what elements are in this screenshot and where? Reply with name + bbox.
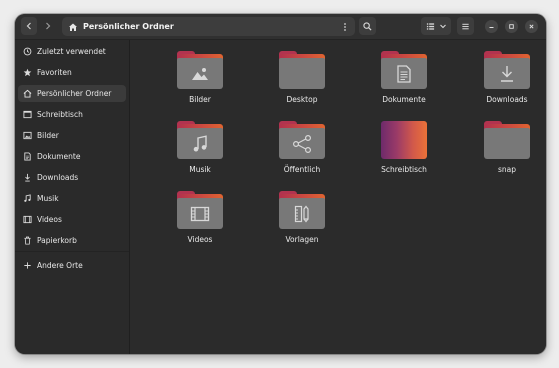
sidebar-divider (15, 251, 129, 252)
folder-item-desktop[interactable]: Desktop (257, 47, 347, 113)
document-icon (23, 152, 32, 161)
sidebar-item-other-locations[interactable]: Andere Orte (18, 257, 126, 274)
download-icon (23, 173, 32, 182)
template-icon (294, 205, 309, 222)
minimize-button[interactable] (485, 20, 498, 33)
chevron-left-icon (26, 22, 31, 30)
home-icon (23, 89, 32, 98)
folder-item-downloads[interactable]: Downloads (462, 47, 546, 113)
folder-icon (279, 121, 325, 159)
sidebar-item-label: Dokumente (37, 152, 81, 161)
sidebar-item-label: Favoriten (37, 68, 72, 77)
folder-item-dokumente[interactable]: Dokumente (359, 47, 449, 113)
image-icon (192, 67, 208, 80)
back-button[interactable] (21, 17, 37, 35)
sidebar-item-downloads[interactable]: Downloads (18, 169, 126, 186)
clock-icon (23, 47, 32, 56)
sidebar: Zuletzt verwendet Favoriten Persönlicher… (15, 40, 130, 354)
download-icon (501, 65, 513, 82)
sidebar-item-home[interactable]: Persönlicher Ordner (18, 85, 126, 102)
folder-label: Vorlagen (285, 235, 319, 244)
sidebar-item-label: Andere Orte (37, 261, 83, 270)
maximize-button[interactable] (505, 20, 518, 33)
sidebar-item-label: Videos (37, 215, 62, 224)
folder-item-musik[interactable]: Musik (155, 117, 245, 183)
sidebar-item-videos[interactable]: Videos (18, 211, 126, 228)
sidebar-item-label: Persönlicher Ordner (37, 89, 112, 98)
folder-icon (484, 121, 530, 159)
sidebar-item-label: Musik (37, 194, 59, 203)
folder-icon (381, 51, 427, 89)
sidebar-item-label: Zuletzt verwendet (37, 47, 106, 56)
folder-label: Bilder (189, 95, 211, 104)
folder-label: snap (497, 165, 517, 174)
plus-icon (23, 261, 32, 270)
file-manager-window: Persönlicher Ordner Zuletzt verwendet Fa… (15, 14, 546, 354)
path-title: Persönlicher Ordner (83, 22, 174, 31)
sidebar-item-label: Downloads (37, 173, 79, 182)
share-icon (292, 134, 311, 153)
search-button[interactable] (359, 17, 376, 35)
search-icon (363, 21, 372, 31)
folder-item-bilder[interactable]: Bilder (155, 47, 245, 113)
folder-label: Videos (187, 235, 213, 244)
home-icon (66, 20, 80, 34)
close-button[interactable] (525, 20, 538, 33)
folder-item-schreibtisch[interactable]: Schreibtisch (359, 117, 449, 183)
kebab-icon (344, 22, 346, 31)
maximize-icon (509, 24, 514, 29)
chevron-right-icon (46, 22, 51, 30)
folder-label: Musik (189, 165, 211, 174)
list-view-icon (426, 22, 434, 30)
image-icon (23, 131, 32, 140)
document-icon (397, 64, 411, 83)
folder-icon (279, 51, 325, 89)
folder-item-videos[interactable]: Videos (155, 187, 245, 253)
folder-icon (279, 191, 325, 229)
close-icon (529, 24, 534, 29)
path-menu-button[interactable] (338, 19, 352, 34)
folder-label: Dokumente (382, 95, 426, 104)
sidebar-item-label: Bilder (37, 131, 59, 140)
folder-item-vorlagen[interactable]: Vorlagen (257, 187, 347, 253)
music-icon (193, 134, 207, 151)
sidebar-item-documents[interactable]: Dokumente (18, 148, 126, 165)
path-bar[interactable]: Persönlicher Ordner (62, 17, 355, 36)
desktop-icon (23, 110, 32, 119)
hamburger-icon (462, 23, 469, 29)
folder-icon (484, 51, 530, 89)
view-options-button[interactable] (421, 17, 451, 35)
folder-icon (177, 121, 223, 159)
sidebar-item-recent[interactable]: Zuletzt verwendet (18, 43, 126, 60)
folder-icon (177, 191, 223, 229)
folder-label: Öffentlich (283, 165, 321, 174)
header-bar: Persönlicher Ordner (15, 14, 546, 40)
sidebar-item-label: Schreibtisch (37, 110, 83, 119)
sidebar-item-trash[interactable]: Papierkorb (18, 232, 126, 249)
trash-icon (23, 236, 32, 245)
main-menu-button[interactable] (457, 17, 474, 35)
sidebar-item-label: Papierkorb (37, 236, 77, 245)
star-icon (23, 68, 32, 77)
folder-label: Schreibtisch (381, 165, 427, 174)
folder-item-snap[interactable]: snap (462, 117, 546, 183)
folder-label: Desktop (286, 95, 318, 104)
music-icon (23, 194, 32, 203)
sidebar-item-music[interactable]: Musik (18, 190, 126, 207)
sidebar-item-favorites[interactable]: Favoriten (18, 64, 126, 81)
file-grid: Bilder Desktop Dokumente Downloads Musik… (130, 40, 546, 354)
minimize-icon (489, 27, 494, 28)
sidebar-item-desktop[interactable]: Schreibtisch (18, 106, 126, 123)
forward-button[interactable] (40, 17, 56, 35)
folder-icon (177, 51, 223, 89)
sidebar-item-pictures[interactable]: Bilder (18, 127, 126, 144)
folder-item-oeffentlich[interactable]: Öffentlich (257, 117, 347, 183)
desktop-folder-icon (381, 121, 427, 159)
chevron-down-icon (439, 24, 446, 29)
folder-label: Downloads (486, 95, 528, 104)
video-icon (190, 206, 210, 221)
video-icon (23, 215, 32, 224)
